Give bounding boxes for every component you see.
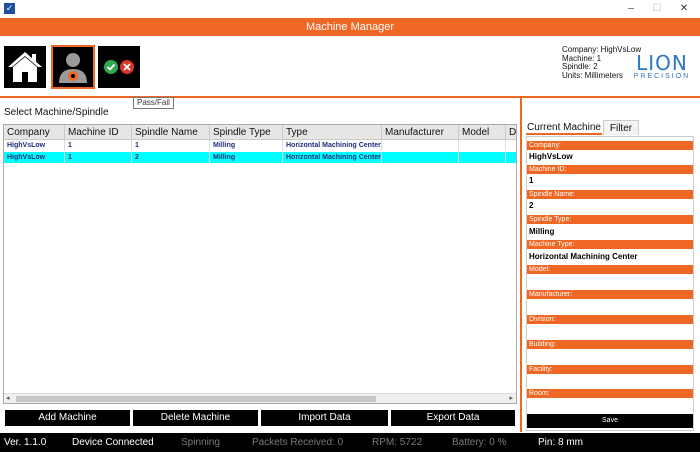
save-button[interactable]: Save [527, 414, 693, 428]
spindle-name-field[interactable]: 2 [529, 200, 693, 212]
col-company[interactable]: Company [4, 125, 65, 140]
import-data-button[interactable]: Import Data [261, 410, 388, 426]
manufacturer-label: Manufacturer: [527, 290, 693, 299]
home-button[interactable] [4, 46, 46, 88]
minimize-button[interactable]: – [619, 1, 643, 16]
scroll-right-icon[interactable]: ▸ [509, 394, 513, 403]
col-machine-id[interactable]: Machine ID [65, 125, 132, 140]
cell-manufacturer [382, 140, 459, 151]
logo-main: LION [636, 51, 688, 75]
home-icon [8, 52, 42, 82]
current-machine-form: Company: HighVsLow Machine ID: 1 Spindle… [526, 136, 694, 431]
room-label: Room: [527, 389, 693, 398]
facility-field[interactable] [529, 376, 693, 388]
table-horizontal-scrollbar[interactable]: ◂ ▸ [4, 393, 516, 403]
status-bar: Ver. 1.1.0 Device Connected Spinning Pac… [0, 433, 700, 452]
cell-machine-id: 1 [65, 152, 132, 163]
machine-table[interactable]: Company Machine ID Spindle Name Spindle … [3, 124, 517, 404]
division-field[interactable] [529, 326, 693, 338]
room-field[interactable] [529, 400, 693, 412]
cell-spindle-name: 2 [132, 152, 210, 163]
machine-manager-window: ✓ – ☐ ✕ Machine Manager Pass/Fail Compan… [0, 0, 700, 452]
spindle-name-label: Spindle Name: [527, 190, 693, 199]
export-data-button[interactable]: Export Data [391, 410, 515, 426]
app-title: Machine Manager [0, 18, 700, 36]
col-model[interactable]: Model [459, 125, 506, 140]
building-label: Building: [527, 340, 693, 349]
add-machine-button[interactable]: Add Machine [5, 410, 130, 426]
building-field[interactable] [529, 351, 693, 363]
status-packets: Packets Received: 0 [252, 437, 344, 448]
title-bar: ✓ – ☐ ✕ [0, 0, 700, 18]
cell-company: HighVsLow [4, 140, 65, 151]
col-spindle-type[interactable]: Spindle Type [210, 125, 283, 140]
machine-id-label: Machine ID: [527, 165, 693, 174]
status-pin: Pin: 8 mm [538, 437, 584, 448]
app-check-icon: ✓ [4, 3, 15, 14]
machine-id-field[interactable]: 1 [529, 175, 693, 187]
table-section-label: Select Machine/Spindle [4, 107, 109, 118]
cell-manufacturer [382, 152, 459, 163]
cell-division [506, 140, 516, 151]
status-device: Device Connected [72, 437, 154, 448]
status-spinning: Spinning [181, 437, 220, 448]
col-division[interactable]: Di [506, 125, 516, 140]
division-label: Division: [527, 315, 693, 324]
tab-filter[interactable]: Filter [603, 120, 639, 135]
cell-company: HighVsLow [4, 152, 65, 163]
spindle-type-label: Spindle Type: [527, 215, 693, 224]
cell-model [459, 152, 506, 163]
status-battery: Battery: 0 % [452, 437, 507, 448]
company-label: Company: [527, 141, 693, 150]
pass-fail-tooltip: Pass/Fail [133, 97, 174, 109]
status-rpm: RPM: 5722 [372, 437, 423, 448]
cell-model [459, 140, 506, 151]
cell-spindle-name: 1 [132, 140, 210, 151]
table-row-selected[interactable]: HighVsLow 1 2 Milling Horizontal Machini… [4, 152, 516, 163]
col-type[interactable]: Type [283, 125, 382, 140]
logo-sub: PRECISION [633, 73, 691, 80]
operator-icon [59, 53, 87, 83]
cell-machine-id: 1 [65, 140, 132, 151]
table-header: Company Machine ID Spindle Name Spindle … [4, 125, 516, 140]
pass-fail-icon [104, 60, 134, 74]
model-label: Model: [527, 265, 693, 274]
cell-type: Horizontal Machining Center [283, 152, 382, 163]
tab-current-machine[interactable]: Current Machine [526, 120, 602, 135]
cell-division [506, 152, 516, 163]
operator-button[interactable] [51, 45, 95, 89]
maximize-button[interactable]: ☐ [645, 1, 669, 16]
scrollbar-thumb[interactable] [16, 396, 376, 402]
pass-fail-button[interactable] [98, 46, 140, 88]
scroll-left-icon[interactable]: ◂ [6, 394, 10, 403]
cell-spindle-type: Milling [210, 152, 283, 163]
model-field[interactable] [529, 276, 693, 288]
status-version: Ver. 1.1.0 [4, 437, 47, 448]
cell-spindle-type: Milling [210, 140, 283, 151]
cell-type: Horizontal Machining Center [283, 140, 382, 151]
table-row[interactable]: HighVsLow 1 1 Milling Horizontal Machini… [4, 140, 516, 151]
col-manufacturer[interactable]: Manufacturer [382, 125, 459, 140]
close-button[interactable]: ✕ [672, 1, 696, 16]
spindle-type-field[interactable]: Milling [529, 226, 693, 238]
facility-label: Facility: [527, 365, 693, 374]
manufacturer-field[interactable] [529, 301, 693, 313]
company-field[interactable]: HighVsLow [529, 151, 693, 163]
machine-type-label: Machine Type: [527, 240, 693, 249]
panel-divider [520, 98, 522, 432]
machine-type-field[interactable]: Horizontal Machining Center [529, 251, 693, 263]
col-spindle-name[interactable]: Spindle Name [132, 125, 210, 140]
lion-precision-logo: LION PRECISION [629, 53, 695, 81]
delete-machine-button[interactable]: Delete Machine [133, 410, 258, 426]
